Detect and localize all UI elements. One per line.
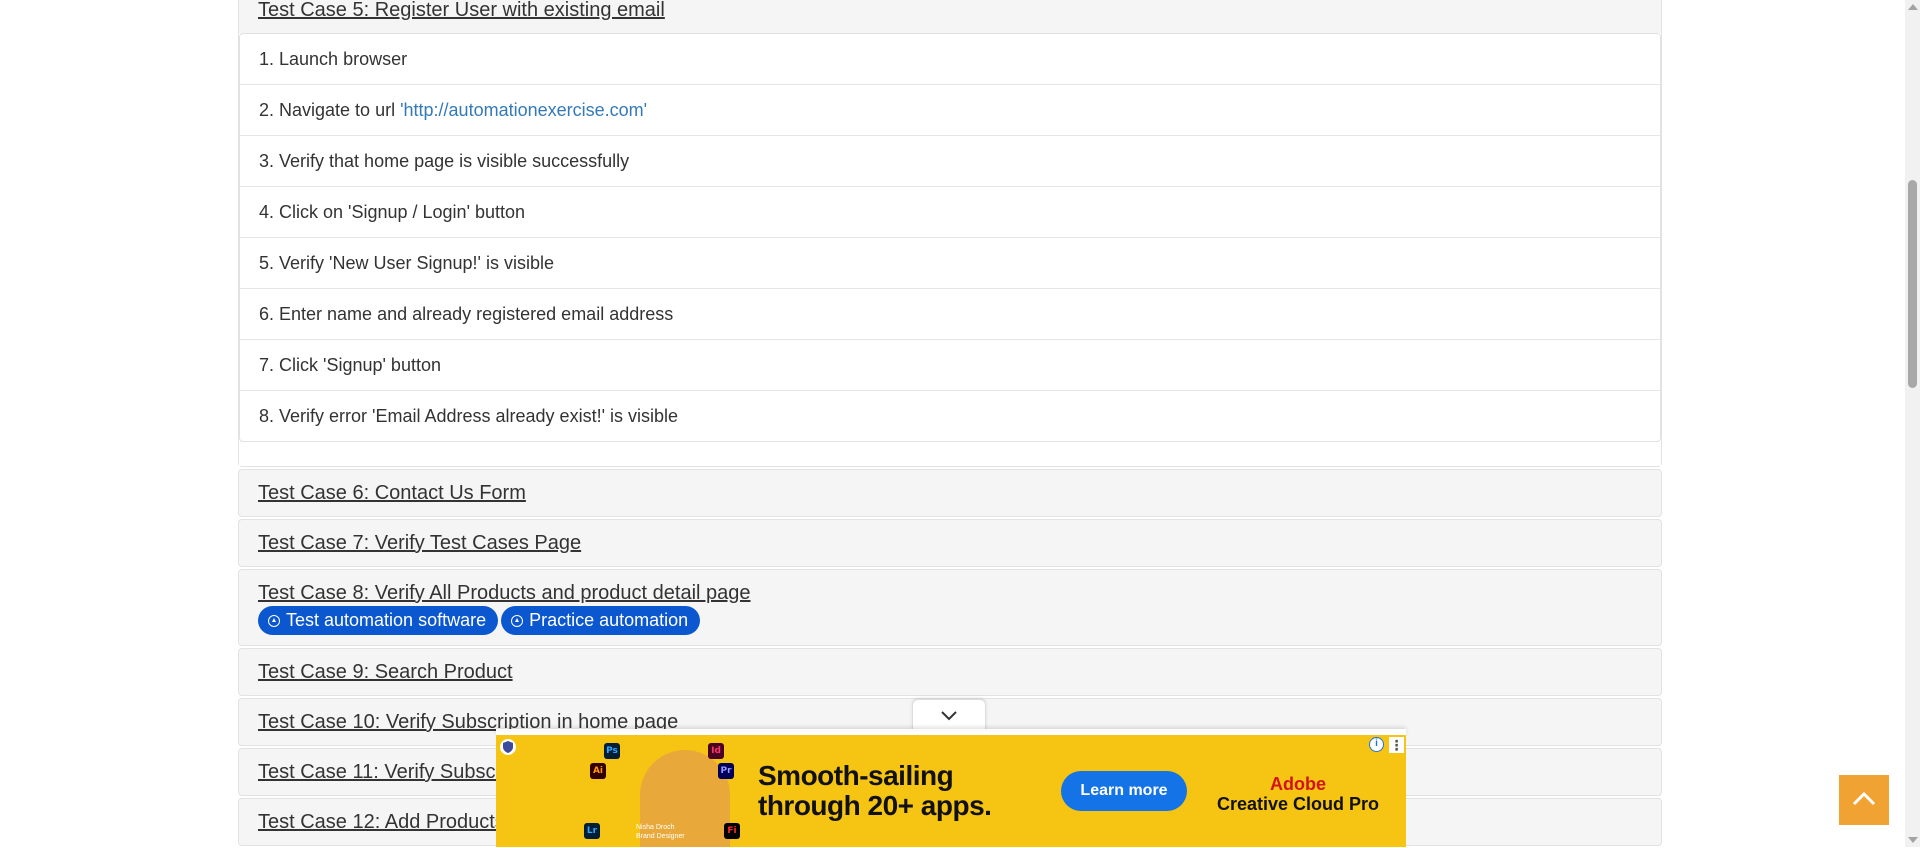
test-case-9-link[interactable]: Test Case 9: Search Product — [258, 661, 513, 683]
test-case-heading: Test Case 6: Contact Us Form — [239, 470, 1661, 516]
test-case-8-link[interactable]: Test Case 8: Verify All Products and pro… — [258, 582, 751, 604]
test-case-heading: Test Case 7: Verify Test Cases Page — [239, 520, 1661, 566]
ad-headline: Smooth-sailing through 20+ apps. — [758, 760, 992, 821]
related-search-chips: Test automation software Practice automa… — [258, 606, 1642, 635]
arrow-up-circle-icon — [511, 614, 524, 627]
step-3: 3. Verify that home page is visible succ… — [240, 136, 1660, 187]
shield-icon — [500, 739, 516, 755]
premiere-icon: Pr — [718, 763, 734, 779]
step-2-text: 2. Navigate to url — [259, 100, 401, 120]
step-6: 6. Enter name and already registered ema… — [240, 289, 1660, 340]
test-case-5-link[interactable]: Test Case 5: Register User with existing… — [258, 0, 665, 21]
firefly-icon: Fi — [724, 823, 740, 839]
test-case-panel-9: Test Case 9: Search Product — [238, 648, 1662, 696]
test-case-panel-8: Test Case 8: Verify All Products and pro… — [238, 569, 1662, 646]
adobe-logo: Adobe Creative Cloud Pro — [1217, 775, 1379, 815]
test-case-panel-7: Test Case 7: Verify Test Cases Page — [238, 519, 1662, 567]
scroll-to-top-button[interactable] — [1839, 775, 1889, 825]
adobe-banner-ad[interactable]: Ps Ai Id Pr Lr Fi Nisha Droch Brand Desi… — [496, 735, 1406, 847]
step-5: 5. Verify 'New User Signup!' is visible — [240, 238, 1660, 289]
test-case-6-link[interactable]: Test Case 6: Contact Us Form — [258, 482, 526, 504]
test-case-7-link[interactable]: Test Case 7: Verify Test Cases Page — [258, 532, 581, 554]
ad-menu-icon[interactable]: ⋮ — [1389, 737, 1404, 753]
step-4: 4. Click on 'Signup / Login' button — [240, 187, 1660, 238]
chip-test-automation-software[interactable]: Test automation software — [258, 606, 499, 635]
test-case-heading: Test Case 8: Verify All Products and pro… — [239, 570, 1661, 645]
photoshop-icon: Ps — [604, 743, 620, 759]
brand-product: Creative Cloud Pro — [1217, 794, 1380, 814]
ad-collapse-button[interactable] — [912, 699, 986, 733]
test-case-panel-6: Test Case 6: Contact Us Form — [238, 469, 1662, 517]
steps-list: 1. Launch browser 2. Navigate to url 'ht… — [239, 33, 1661, 442]
chevron-up-icon — [1852, 791, 1876, 806]
person-name: Nisha Droch — [636, 824, 675, 831]
scrollbar-thumb[interactable] — [1908, 180, 1917, 388]
indesign-icon: Id — [708, 743, 724, 759]
arrow-up-circle-icon — [268, 614, 280, 627]
automationexercise-link[interactable]: 'http://automationexercise.com' — [400, 100, 647, 120]
test-case-panel-5: Test Case 5: Register User with existing… — [238, 0, 1662, 467]
person-role: Brand Designer — [636, 833, 685, 840]
ad-illustration: Ps Ai Id Pr Lr Fi Nisha Droch Brand Desi… — [556, 735, 776, 847]
scrollbar[interactable] — [1905, 0, 1920, 847]
chip-label: Practice automation — [529, 610, 689, 630]
chip-practice-automation[interactable]: Practice automation — [501, 606, 701, 635]
test-case-body: 1. Launch browser 2. Navigate to url 'ht… — [239, 33, 1661, 466]
ad-headline-line1: Smooth-sailing — [758, 760, 954, 791]
ad-info-icon[interactable]: i — [1369, 737, 1384, 752]
chip-label: Test automation software — [286, 610, 487, 630]
ad-headline-line2: through 20+ apps. — [758, 790, 992, 821]
step-1: 1. Launch browser — [240, 34, 1660, 85]
scroll-up-arrow-icon[interactable] — [1908, 4, 1918, 10]
step-8: 8. Verify error 'Email Address already e… — [259, 406, 679, 426]
ad-person-caption: Nisha Droch Brand Designer — [636, 823, 685, 841]
illustrator-icon: Ai — [590, 763, 606, 779]
learn-more-button[interactable]: Learn more — [1061, 771, 1187, 811]
step-7: 7. Click 'Signup' button — [240, 340, 1660, 391]
brand-name: Adobe — [1270, 774, 1327, 794]
step-2: 2. Navigate to url 'http://automationexe… — [240, 85, 1660, 136]
chevron-down-icon — [941, 711, 957, 721]
test-case-heading: Test Case 5: Register User with existing… — [239, 0, 1661, 33]
scroll-down-arrow-icon[interactable] — [1908, 837, 1918, 843]
test-case-heading: Test Case 9: Search Product — [239, 649, 1661, 695]
lightroom-icon: Lr — [584, 823, 600, 839]
